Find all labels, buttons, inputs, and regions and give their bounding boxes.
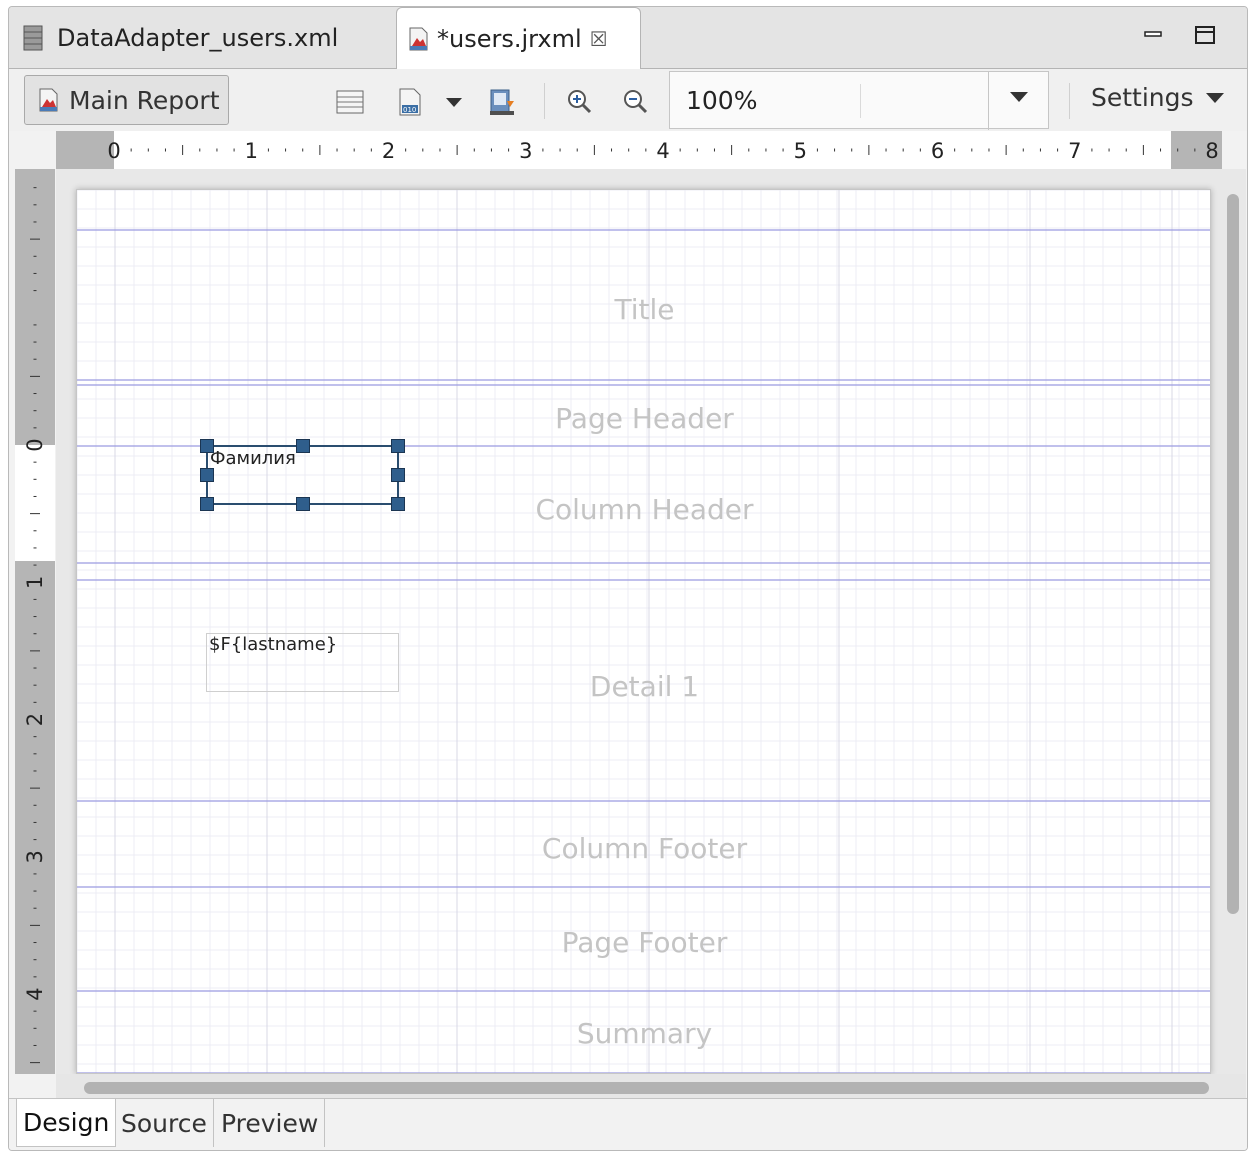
horizontal-scrollbar-track (56, 1074, 1246, 1098)
text-field-element[interactable]: $F{lastname} (206, 633, 399, 692)
zoom-input[interactable]: 100% (686, 86, 757, 115)
main-report-label: Main Report (69, 85, 220, 115)
dataset-icon[interactable]: 010 (395, 87, 425, 117)
zoom-out-icon[interactable] (621, 87, 651, 117)
ruler-margin (56, 131, 114, 169)
band-title[interactable]: Title (77, 293, 1210, 326)
ruler-label: 1 (23, 576, 47, 589)
tab-label: *users.jrxml (437, 25, 582, 53)
maximize-icon[interactable] (1191, 21, 1219, 49)
close-tab-icon[interactable]: ☒ (590, 27, 608, 51)
band-summary[interactable]: Summary (77, 1017, 1210, 1050)
report-toolbar: Main Report 010 100% Settings (9, 69, 1247, 131)
ruler-label: 3 (23, 850, 47, 863)
zoom-dropdown-icon[interactable] (1010, 92, 1028, 102)
toolbar-separator (544, 83, 545, 119)
zoom-divider (860, 84, 861, 118)
report-page[interactable]: Title Page Header Column Header Detail 1… (76, 189, 1211, 1074)
vertical-ruler: 0 1 2 3 4 (15, 169, 55, 1074)
resize-handle[interactable] (391, 497, 405, 511)
ruler-label: 3 (519, 139, 532, 163)
settings-label: Settings (1091, 83, 1194, 112)
preview-run-icon[interactable] (487, 87, 517, 117)
zoom-in-icon[interactable] (565, 87, 595, 117)
data-adapter-icon (23, 25, 43, 51)
main-report-button[interactable]: Main Report (24, 75, 229, 125)
resize-handle[interactable] (200, 439, 214, 453)
zoom-combo[interactable]: 100% (669, 71, 1049, 130)
bands-icon[interactable] (335, 87, 365, 117)
ruler-label: 6 (931, 139, 944, 163)
settings-menu-button[interactable]: Settings (1091, 83, 1224, 112)
ruler-label: 5 (794, 139, 807, 163)
editor-mode-tabs: Design Source Preview (9, 1098, 1247, 1150)
report-icon (39, 88, 58, 112)
resize-handle[interactable] (200, 468, 214, 482)
ruler-label: 2 (382, 139, 395, 163)
resize-handle[interactable] (200, 497, 214, 511)
tab-data-adapter[interactable]: DataAdapter_users.xml (9, 7, 397, 69)
tab-users-jrxml[interactable]: *users.jrxml ☒ (396, 7, 641, 70)
band-page-header[interactable]: Page Header (77, 402, 1210, 435)
horizontal-scrollbar[interactable] (84, 1082, 1209, 1094)
zoom-divider (988, 72, 989, 130)
tab-preview[interactable]: Preview (215, 1099, 326, 1147)
resize-handle[interactable] (296, 439, 310, 453)
toolbar-separator (1069, 83, 1070, 119)
ruler-label: 2 (23, 713, 47, 726)
resize-handle[interactable] (391, 439, 405, 453)
vertical-scrollbar[interactable] (1227, 194, 1239, 914)
ruler-label: 4 (656, 139, 669, 163)
ruler-label: 8 (1205, 139, 1218, 163)
chevron-down-icon[interactable] (443, 87, 465, 117)
static-text-element[interactable]: Фамилия (200, 439, 405, 511)
ruler-label: 1 (245, 139, 258, 163)
resize-handle[interactable] (296, 497, 310, 511)
ruler-label: 0 (107, 139, 120, 163)
resize-handle[interactable] (391, 468, 405, 482)
report-editor-window: DataAdapter_users.xml *users.jrxml ☒ Mai… (8, 6, 1248, 1151)
editor-tab-bar: DataAdapter_users.xml *users.jrxml ☒ (9, 7, 1247, 70)
tab-design[interactable]: Design (16, 1099, 117, 1147)
tab-label: DataAdapter_users.xml (57, 24, 339, 52)
band-page-footer[interactable]: Page Footer (77, 926, 1210, 959)
ruler-label: 0 (23, 438, 47, 451)
text-field-expression: $F{lastname} (209, 634, 338, 655)
ruler-margin (15, 169, 55, 445)
report-file-icon (409, 27, 428, 51)
ruler-corner (15, 131, 56, 169)
band-column-footer[interactable]: Column Footer (77, 832, 1210, 865)
svg-text:010: 010 (403, 106, 416, 114)
minimize-icon[interactable] (1139, 21, 1167, 49)
static-text-value: Фамилия (210, 448, 296, 469)
ruler-label: 4 (23, 987, 47, 1000)
design-canvas[interactable]: Title Page Header Column Header Detail 1… (56, 169, 1246, 1074)
tab-source[interactable]: Source (115, 1099, 214, 1147)
ruler-label: 7 (1068, 139, 1081, 163)
chevron-down-icon (1205, 92, 1224, 103)
horizontal-ruler: 0 1 2 3 4 5 6 7 8 (56, 131, 1222, 169)
